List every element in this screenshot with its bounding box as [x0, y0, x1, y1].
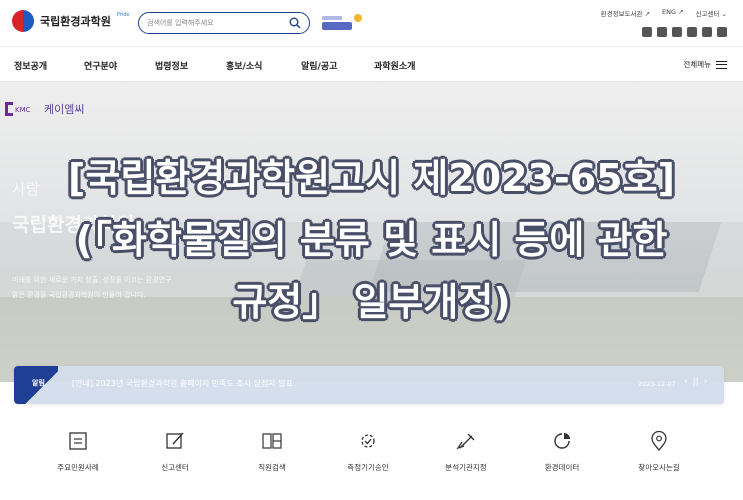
quick-item-device[interactable]: 측정기기승인 [328, 430, 408, 473]
hamburger-icon [716, 60, 727, 69]
search-placeholder: 검색어를 입력해주세요 [147, 19, 214, 27]
staff-search-icon [262, 433, 282, 449]
overlay-title-line-2: (「화학물질의 분류 및 표시 등에 관한 [75, 218, 668, 262]
twitter-icon[interactable] [657, 27, 667, 37]
map-pin-icon [651, 430, 667, 451]
watermark-logo: KMC 케이엠씨 [4, 100, 84, 118]
quick-label: 직원검색 [258, 463, 286, 472]
all-menu-label: 전체메뉴 [683, 60, 711, 69]
edit-icon [166, 432, 184, 449]
quick-menu: 주요민원사례 신고센터 직원검색 측정기기승인 분석기관지정 환경데이터 찾아오… [0, 430, 743, 490]
logo-mark-icon [12, 10, 34, 32]
data-chart-icon [554, 433, 570, 449]
logo-text: 국립환경과학원 [40, 15, 111, 28]
quick-item-data[interactable]: 환경데이터 [522, 430, 602, 473]
nav-item-notice[interactable]: 알림/공고 [301, 59, 337, 72]
campaign-badge-icon[interactable] [320, 12, 366, 34]
site-header: 국립환경과학원 Pride 검색어를 입력해주세요 환경정보도서관 ↗ ENG … [0, 0, 743, 46]
pause-icon[interactable]: || [693, 377, 699, 387]
overlay-title-line-3: 규정」 일부개정) [232, 280, 511, 324]
quick-label: 신고센터 [161, 463, 189, 472]
quick-item-analysis[interactable]: 분석기관지정 [426, 430, 506, 473]
notice-controls: ‹ || › [684, 377, 707, 387]
instagram-icon[interactable] [687, 27, 697, 37]
kmc-mark-text: KMC [15, 106, 31, 114]
logo-sub: Pride [116, 12, 130, 18]
nav-item-research[interactable]: 연구분야 [84, 59, 117, 72]
document-list-icon [69, 432, 87, 450]
nav-item-about[interactable]: 과학원소개 [374, 59, 415, 72]
quick-item-location[interactable]: 찾아오시는길 [619, 430, 699, 473]
nav-item-law[interactable]: 법령정보 [155, 59, 188, 72]
overlay-title-line-1: [국립환경과학원고시 제2023-65호] [68, 156, 675, 200]
english-link[interactable]: ENG ↗ [662, 8, 684, 18]
notice-date: 2023-12-07 [638, 380, 676, 388]
library-link[interactable]: 환경정보도서관 ↗ [601, 8, 650, 18]
search-input[interactable]: 검색어를 입력해주세요 [138, 12, 310, 34]
search-icon[interactable] [289, 17, 301, 29]
site-logo[interactable]: 국립환경과학원 Pride [12, 10, 129, 32]
gear-check-icon [361, 434, 375, 448]
prev-icon[interactable]: ‹ [684, 377, 688, 387]
social-links [642, 27, 727, 37]
quick-item-report[interactable]: 신고센터 [135, 430, 215, 473]
main-nav: 정보공개 연구분야 법령정보 홍보/소식 알림/공고 과학원소개 전체메뉴 [0, 46, 743, 82]
quick-label: 찾아오시는길 [638, 463, 680, 472]
kakao-icon[interactable] [702, 27, 712, 37]
utility-links: 환경정보도서관 ↗ ENG ↗ 신고센터 ⌄ [601, 8, 727, 18]
notice-text[interactable]: [안내] 2023년 국립환경과학원 홈페이지 만족도 조사 당첨자 발표 [72, 378, 293, 389]
flask-icon [456, 433, 475, 450]
notice-label: 알림 [32, 379, 45, 387]
kmc-mark-icon: KMC [5, 102, 31, 116]
notice-bar[interactable]: 알림 [안내] 2023년 국립환경과학원 홈페이지 만족도 조사 당첨자 발표… [14, 366, 724, 404]
report-center-link[interactable]: 신고센터 ⌄ [696, 8, 727, 18]
blog-icon[interactable] [672, 27, 682, 37]
facebook-icon[interactable] [642, 27, 652, 37]
hero-banner: KMC 케이엠씨 사람 국립환경과학원 미래를 위한 새로운 가치 창출, 성장… [0, 82, 743, 382]
overlay-title: [국립환경과학원고시 제2023-65호] (「화학물질의 분류 및 표시 등에… [0, 147, 743, 333]
quick-label: 측정기기승인 [347, 463, 389, 472]
all-menu-button[interactable]: 전체메뉴 [683, 59, 727, 70]
youtube-icon[interactable] [717, 27, 727, 37]
quick-label: 분석기관지정 [445, 463, 487, 472]
watermark-text: 케이엠씨 [44, 103, 85, 116]
nav-item-info[interactable]: 정보공개 [14, 59, 47, 72]
quick-item-staff[interactable]: 직원검색 [232, 430, 312, 473]
quick-label: 주요민원사례 [57, 463, 99, 472]
nav-item-news[interactable]: 홍보/소식 [226, 59, 262, 72]
next-icon[interactable]: › [704, 377, 708, 387]
quick-label: 환경데이터 [544, 463, 580, 472]
quick-item-cases[interactable]: 주요민원사례 [38, 430, 118, 473]
